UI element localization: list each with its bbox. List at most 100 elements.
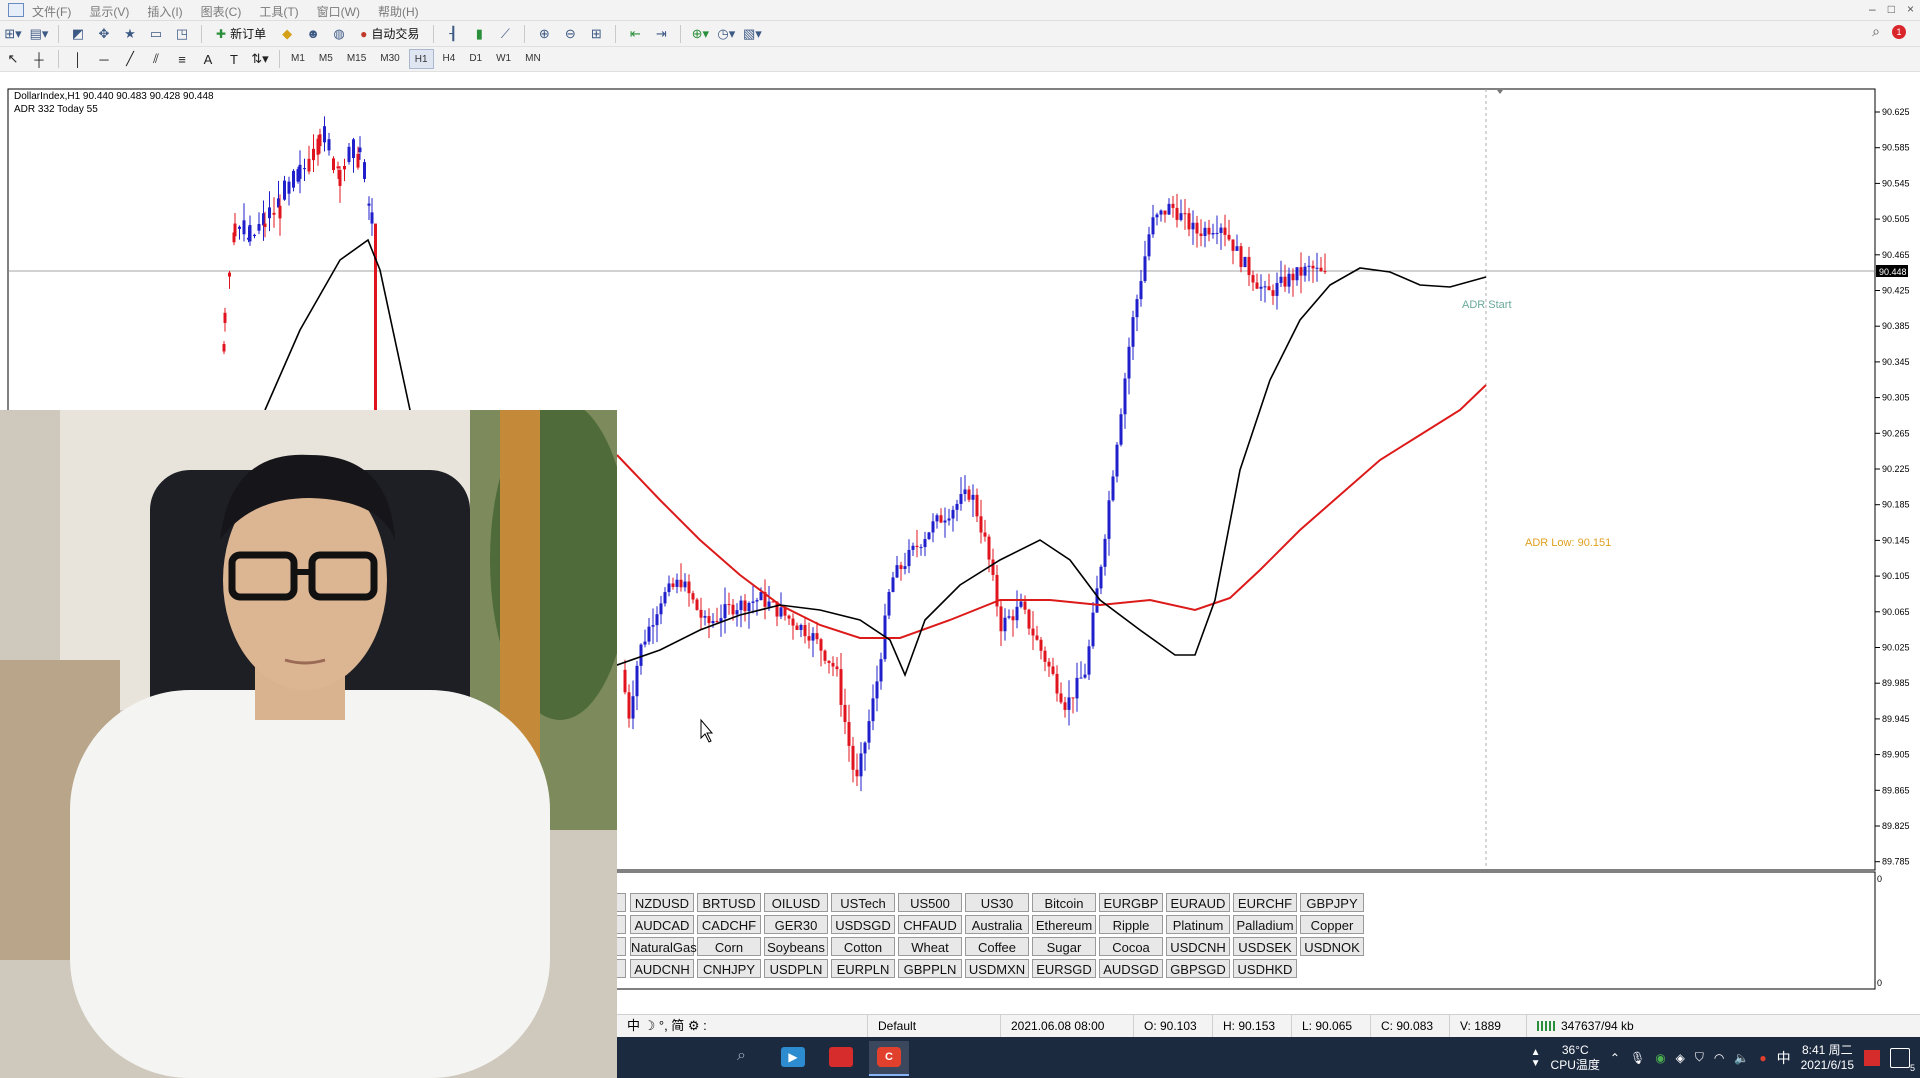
symbol-button-eursgd[interactable]: EURSGD — [1032, 959, 1096, 978]
timeframe-m5[interactable]: M5 — [314, 49, 338, 67]
chart-shift-icon[interactable]: ⇥ — [650, 24, 672, 44]
symbol-button-chfaud[interactable]: CHFAUD — [898, 915, 962, 934]
symbol-button-brtusd[interactable]: BRTUSD — [697, 893, 761, 912]
symbol-button-cocoa[interactable]: Cocoa — [1099, 937, 1163, 956]
templates-icon[interactable]: ▧▾ — [741, 24, 763, 44]
symbol-button-coffee[interactable]: Coffee — [965, 937, 1029, 956]
symbol-button-audsgd[interactable]: AUDSGD — [1099, 959, 1163, 978]
taskbar-app-active[interactable]: C — [869, 1041, 909, 1076]
symbol-button-ustech[interactable]: USTech — [831, 893, 895, 912]
timeframe-d1[interactable]: D1 — [464, 49, 487, 67]
calendar-icon[interactable] — [1864, 1049, 1880, 1066]
close-button[interactable]: × — [1907, 2, 1914, 16]
indicators-icon[interactable]: ⊕▾ — [689, 24, 711, 44]
symbol-button-wheat[interactable]: Wheat — [898, 937, 962, 956]
vertical-line-icon[interactable]: │ — [67, 49, 89, 69]
chevron-up-icon[interactable]: ⌃ — [1610, 1051, 1620, 1065]
market-watch-icon[interactable]: ◩ — [67, 24, 89, 44]
clock[interactable]: 8:41 周二 2021/6/15 — [1801, 1043, 1854, 1073]
wifi-icon[interactable]: ◠ — [1714, 1051, 1724, 1065]
fibonacci-icon[interactable]: ≡ — [171, 49, 193, 69]
symbol-button-usdhkd[interactable]: USDHKD — [1233, 959, 1297, 978]
taskbar-app-news[interactable] — [821, 1041, 861, 1074]
symbol-button-australia[interactable]: Australia — [965, 915, 1029, 934]
restore-button[interactable]: □ — [1888, 2, 1895, 16]
symbol-button-sugar[interactable]: Sugar — [1032, 937, 1096, 956]
menu-item[interactable]: 帮助(H) — [378, 3, 419, 20]
symbol-button-gbpsgd[interactable]: GBPSGD — [1166, 959, 1230, 978]
microphone-icon[interactable]: 🎙 — [1630, 1051, 1645, 1065]
symbol-button-audcad[interactable]: AUDCAD — [630, 915, 694, 934]
menu-item[interactable]: 插入(I) — [147, 3, 182, 20]
symbol-button-palladium[interactable]: Palladium — [1233, 915, 1297, 934]
metaeditor-icon[interactable]: ◆ — [276, 24, 298, 44]
auto-trade-button[interactable]: ● 自动交易 — [354, 24, 425, 44]
symbol-button-eurgbp[interactable]: EURGBP — [1099, 893, 1163, 912]
symbol-button-eurpln[interactable]: EURPLN — [831, 959, 895, 978]
tray-expand-icon[interactable]: ▲ ▼ — [1531, 1047, 1541, 1069]
symbol-button-cotton[interactable]: Cotton — [831, 937, 895, 956]
cursor-icon[interactable]: ↖ — [2, 49, 24, 69]
autoscroll-icon[interactable]: ⇤ — [624, 24, 646, 44]
navigator-icon[interactable]: ★ — [119, 24, 141, 44]
symbol-button-soybeans[interactable]: Soybeans — [764, 937, 828, 956]
search-icon[interactable]: ⌕ — [737, 1047, 746, 1065]
ime-language[interactable]: 中 — [1777, 1048, 1791, 1068]
symbol-button-nzdusd[interactable]: NZDUSD — [630, 893, 694, 912]
symbol-button-us500[interactable]: US500 — [898, 893, 962, 912]
symbol-button-usdnok[interactable]: USDNOK — [1300, 937, 1364, 956]
symbol-button-cadchf[interactable]: CADCHF — [697, 915, 761, 934]
symbol-button-naturalgas[interactable]: NaturalGas — [630, 937, 697, 956]
symbol-button-euraud[interactable]: EURAUD — [1166, 893, 1230, 912]
symbol-button-usdcnh[interactable]: USDCNH — [1166, 937, 1230, 956]
zoom-out-icon[interactable]: ⊖ — [559, 24, 581, 44]
horizontal-line-icon[interactable]: ─ — [93, 49, 115, 69]
vps-icon[interactable]: ◍ — [328, 24, 350, 44]
taskbar-app-video[interactable]: ▶ — [773, 1041, 813, 1074]
symbol-button-platinum[interactable]: Platinum — [1166, 915, 1230, 934]
trendline-icon[interactable]: ╱ — [119, 49, 141, 69]
arrows-icon[interactable]: ⇅▾ — [249, 49, 271, 69]
symbol-button-gbppln[interactable]: GBPPLN — [898, 959, 962, 978]
zoom-in-icon[interactable]: ⊕ — [533, 24, 555, 44]
browser-icon[interactable]: ◉ — [1655, 1051, 1665, 1065]
shield-icon[interactable]: ⛉ — [1695, 1050, 1704, 1065]
menu-item[interactable]: 显示(V) — [89, 3, 129, 20]
tile-windows-icon[interactable]: ⊞ — [585, 24, 607, 44]
symbol-button-usdpln[interactable]: USDPLN — [764, 959, 828, 978]
symbol-button-ripple[interactable]: Ripple — [1099, 915, 1163, 934]
terminal-icon[interactable]: ▭ — [145, 24, 167, 44]
symbol-button-gbpjpy[interactable]: GBPJPY — [1300, 893, 1364, 912]
symbol-button-ger30[interactable]: GER30 — [764, 915, 828, 934]
timeframe-h4[interactable]: H4 — [438, 49, 461, 67]
new-order-button[interactable]: ✚ 新订单 — [210, 24, 272, 44]
strategy-tester-icon[interactable]: ◳ — [171, 24, 193, 44]
symbol-button-copper[interactable]: Copper — [1300, 915, 1364, 934]
chat-icon[interactable]: ● — [1759, 1051, 1766, 1065]
menu-item[interactable]: 工具(T) — [259, 3, 298, 20]
symbol-button-oilusd[interactable]: OILUSD — [764, 893, 828, 912]
notification-center[interactable]: 5 — [1890, 1047, 1915, 1073]
symbol-button-usdsgd[interactable]: USDSGD — [831, 915, 895, 934]
timeframe-m1[interactable]: M1 — [286, 49, 310, 67]
minimize-button[interactable]: – — [1869, 2, 1876, 16]
crosshair-icon[interactable]: ┼ — [28, 49, 50, 69]
symbol-button-ethereum[interactable]: Ethereum — [1032, 915, 1096, 934]
timeframe-mn[interactable]: MN — [520, 49, 546, 67]
line-chart-icon[interactable]: ⟋ — [494, 24, 516, 44]
bar-chart-icon[interactable]: ┨ — [442, 24, 464, 44]
timeframe-w1[interactable]: W1 — [491, 49, 516, 67]
symbol-button-cnhjpy[interactable]: CNHJPY — [697, 959, 761, 978]
data-window-icon[interactable]: ✥ — [93, 24, 115, 44]
channel-icon[interactable]: ⫽ — [145, 49, 167, 69]
symbol-button-usdsek[interactable]: USDSEK — [1233, 937, 1297, 956]
symbol-button-audcnh[interactable]: AUDCNH — [630, 959, 694, 978]
symbol-button-us30[interactable]: US30 — [965, 893, 1029, 912]
volume-icon[interactable]: 🔈 — [1734, 1051, 1749, 1065]
signals-icon[interactable]: ☻ — [302, 24, 324, 44]
menu-item[interactable]: 文件(F) — [32, 3, 71, 20]
menu-item[interactable]: 图表(C) — [201, 3, 242, 20]
candlestick-icon[interactable]: ▮ — [468, 24, 490, 44]
search-icon[interactable]: ⌕ — [1872, 23, 1880, 40]
text-label-icon[interactable]: T — [223, 49, 245, 69]
